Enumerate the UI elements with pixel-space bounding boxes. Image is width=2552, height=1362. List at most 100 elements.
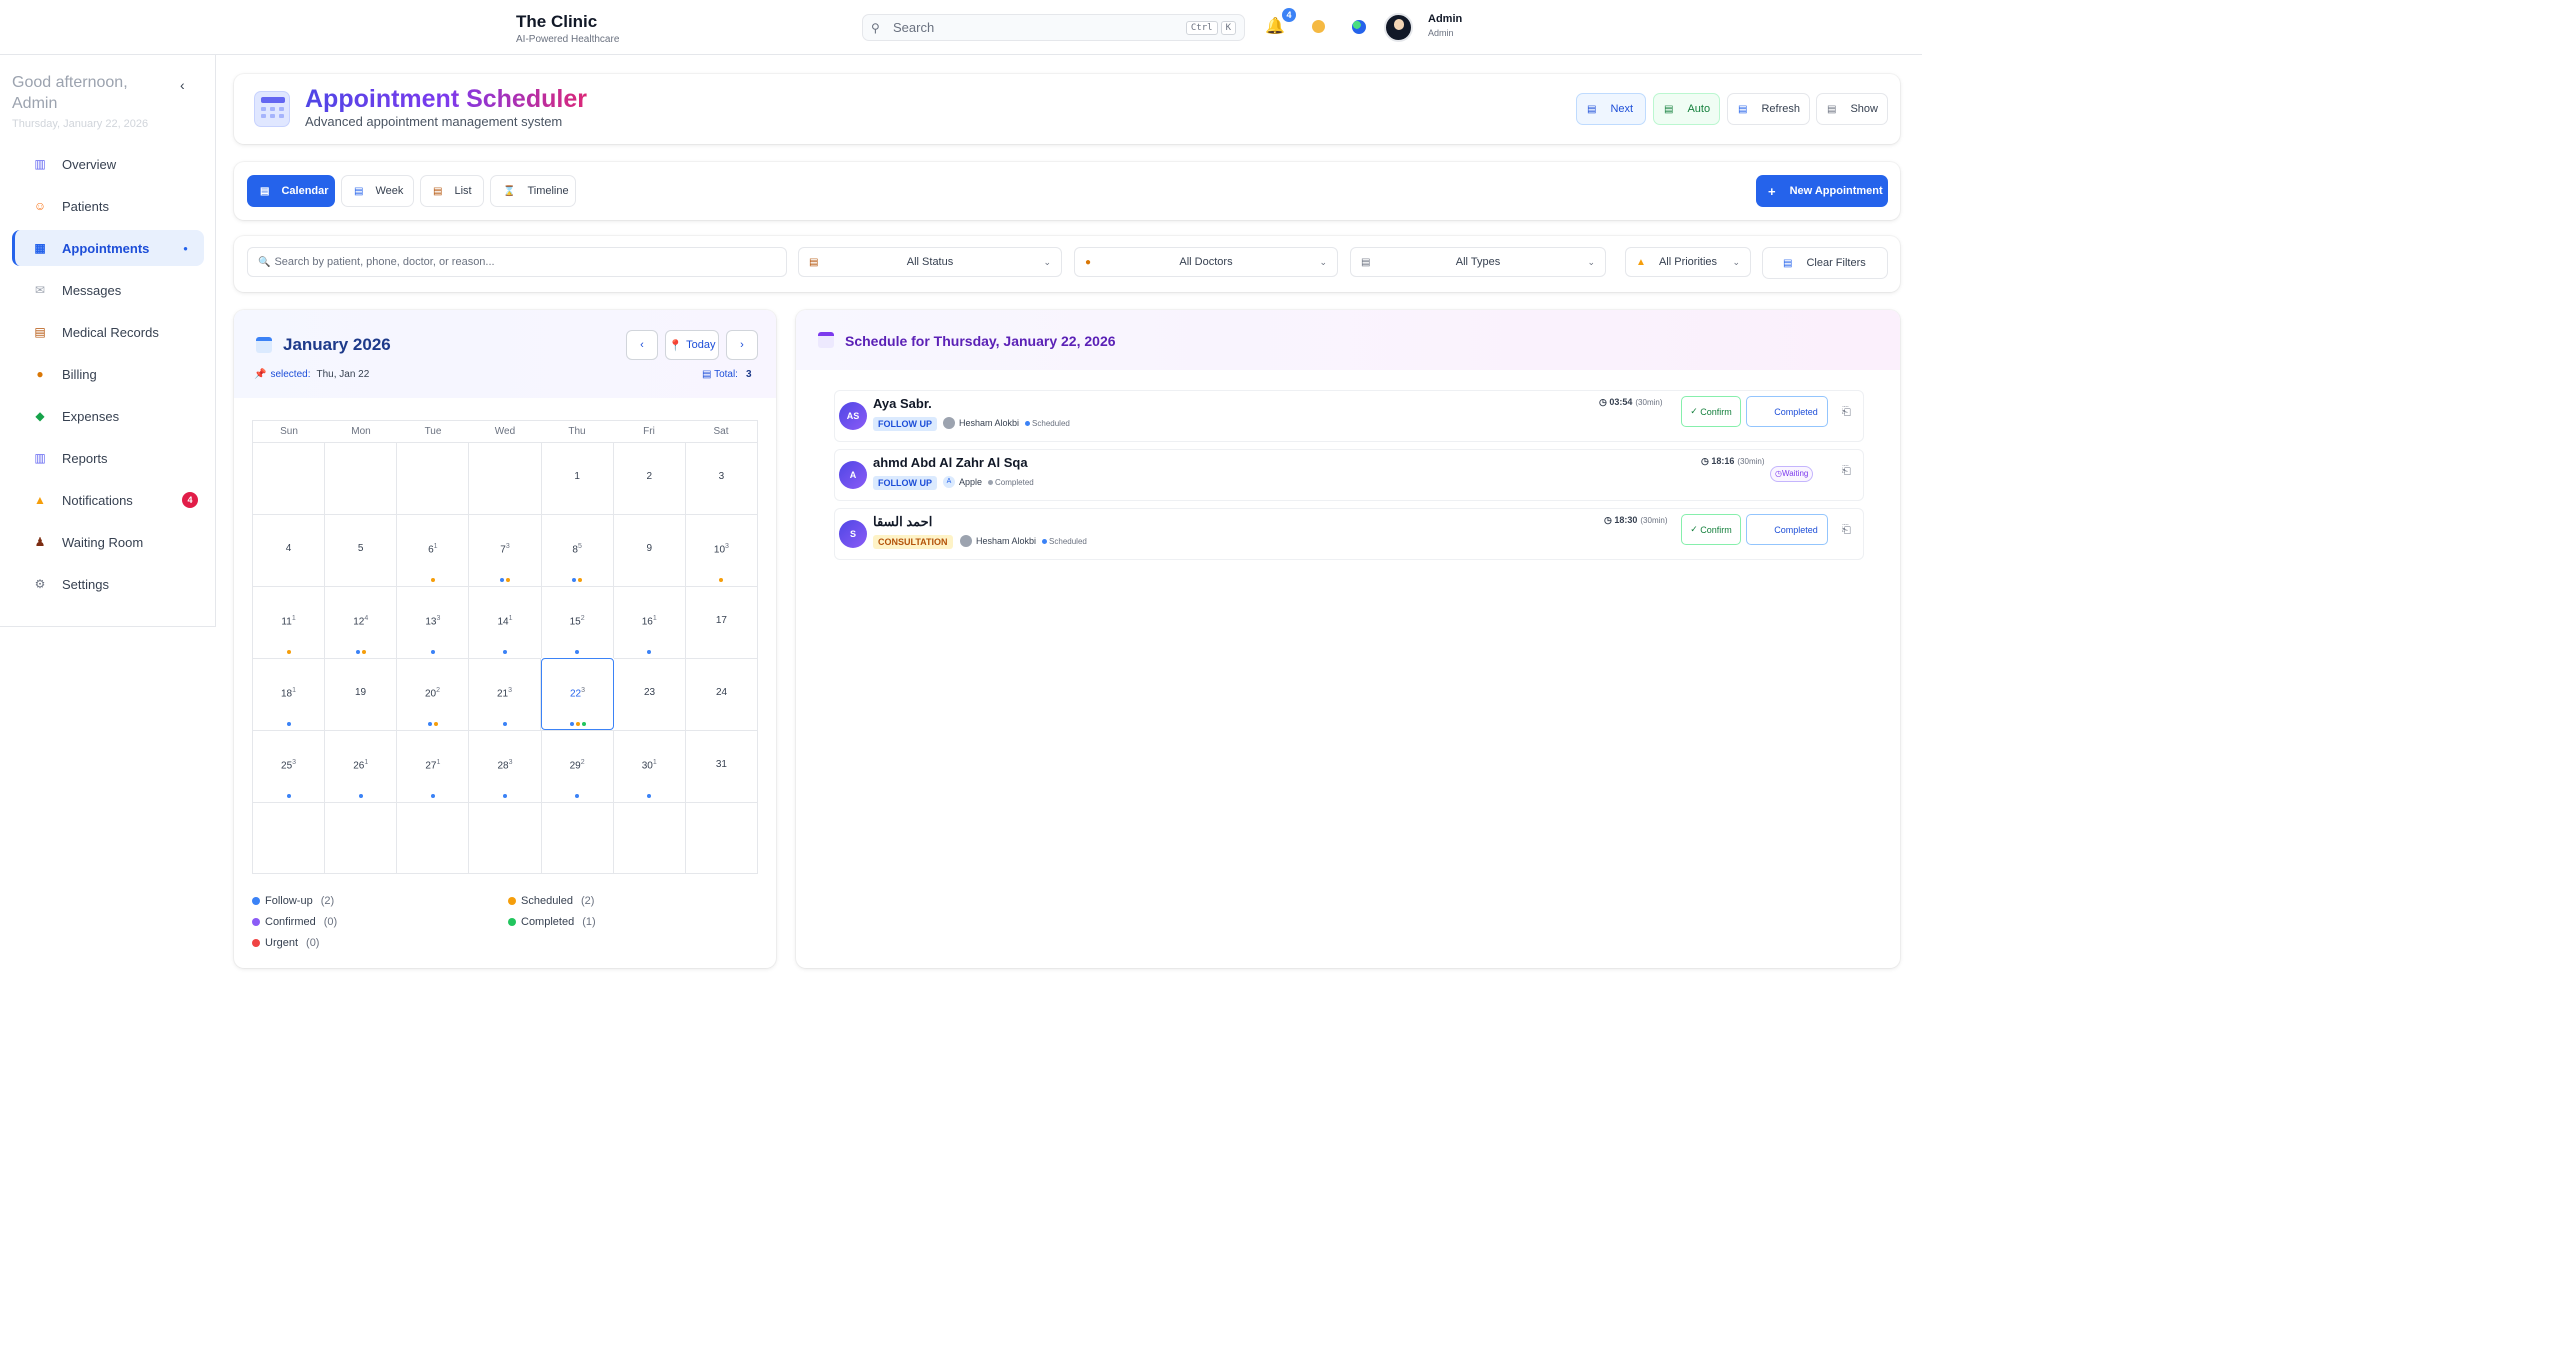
calendar-day-cell[interactable]: 17 [685, 586, 758, 658]
calendar-day-cell[interactable]: 19 [325, 658, 397, 730]
sidebar-item-medical-records[interactable]: ▤ Medical Records [12, 314, 204, 350]
calendar-day-cell [253, 442, 326, 514]
sidebar-item-billing[interactable]: ● Billing [12, 356, 204, 392]
appointment-row[interactable]: S احمد السقا CONSULTATION Hesham Alokbi Sche… [834, 508, 1864, 560]
calendar-day-cell[interactable]: 152 [541, 586, 614, 658]
day-number-value: 30 [641, 760, 653, 772]
calendar-day-cell[interactable]: 124 [325, 586, 398, 658]
day-appointment-dots [614, 648, 685, 654]
appointment-search-input[interactable]: 🔍 Search by patient, phone, doctor, or re… [247, 247, 787, 277]
day-appointment-dots [542, 648, 613, 654]
avatar[interactable] [1384, 13, 1413, 42]
status-filter-select[interactable]: ▤ All Status ⌄ [798, 247, 1062, 277]
total-count-label: ▤ Total: 3 [702, 369, 752, 380]
calendar-day-cell[interactable]: 301 [613, 730, 686, 802]
sidebar-item-reports[interactable]: ▥ Reports [12, 440, 204, 476]
tab-week[interactable]: ▤ Week [341, 175, 414, 207]
calendar-day-cell[interactable]: 161 [613, 586, 686, 658]
day-number-value: 23 [643, 687, 656, 698]
calendar-day-cell[interactable]: 61 [397, 514, 470, 586]
sidebar-item-appointments[interactable]: ▦ Appointments ● [12, 230, 204, 266]
type-filter-select[interactable]: ▤ All Types ⌄ [1350, 247, 1606, 277]
calendar-day-cell[interactable]: 141 [469, 586, 542, 658]
calendar-day-cell[interactable]: 261 [325, 730, 398, 802]
priority-filter-select[interactable]: ▲ All Priorities ⌄ [1625, 247, 1751, 277]
refresh-button[interactable]: ▤ Refresh [1727, 93, 1810, 125]
doctor-filter-select[interactable]: ● All Doctors ⌄ [1074, 247, 1338, 277]
sidebar: Good afternoon, Admin Thursday, January … [0, 55, 216, 627]
calendar-day-cell[interactable]: 202 [397, 658, 469, 730]
calendar-day-cell[interactable]: 2 [613, 442, 686, 514]
next-month-button[interactable]: › [726, 330, 758, 360]
time-value: 18:16 [1711, 456, 1735, 466]
calendar-day-cell[interactable]: 283 [469, 730, 542, 802]
tab-calendar[interactable]: ▤ Calendar [247, 175, 335, 207]
calendar-week-row: 111 124 133 141 152 161 17 [252, 586, 758, 658]
calendar-day-cell[interactable]: 85 [541, 514, 614, 586]
collapse-sidebar-icon[interactable]: ‹ [180, 77, 185, 93]
calendar-day-cell[interactable]: 111 [253, 586, 326, 658]
next-button[interactable]: ▤ Next [1576, 93, 1646, 125]
document-icon[interactable]: ⎗ [1842, 465, 1851, 478]
today-button[interactable]: 📍 Today [665, 330, 719, 360]
appointment-row[interactable]: Aahmd Abd Al Zahr Al Sqa FOLLOW UP A Apple C… [834, 449, 1864, 501]
calendar-day-cell[interactable]: 1 [541, 442, 614, 514]
calendar-day-cell[interactable]: 24 [686, 658, 758, 730]
sidebar-item-settings[interactable]: ⚙ Settings [12, 566, 204, 602]
calendar-day-cell[interactable]: 5 [325, 514, 398, 586]
appointment-doctor: A Apple Completed [943, 476, 1034, 488]
calendar-day-cell [469, 442, 542, 514]
confirm-button[interactable]: ✓ Confirm [1681, 396, 1741, 427]
calendar-day-cell[interactable]: 133 [397, 586, 470, 658]
calendar-day-cell[interactable]: 181 [253, 658, 325, 730]
day-number-value: 31 [715, 759, 727, 770]
confirm-button[interactable]: ✓ Confirm [1681, 514, 1741, 545]
calendar-day-cell[interactable]: 253 [253, 730, 326, 802]
document-icon[interactable]: ⎗ [1842, 406, 1851, 419]
globe-icon[interactable] [1348, 16, 1370, 38]
day-appointment-count: 1 [652, 615, 657, 622]
sidebar-item-waiting-room[interactable]: ♟ Waiting Room [12, 524, 204, 560]
auto-button[interactable]: ▤ Auto [1653, 93, 1720, 125]
appointment-row[interactable]: AS Aya Sabr. FOLLOW UP Hesham Alokbi Schedul… [834, 390, 1864, 442]
calendar-day-cell[interactable]: 3 [685, 442, 758, 514]
prev-month-button[interactable]: ‹ [626, 330, 658, 360]
sidebar-item-notifications[interactable]: ▲ Notifications 4 [12, 482, 204, 518]
waiting-status-chip[interactable]: ◷Waiting [1770, 466, 1814, 482]
patient-name: احمد السقا [873, 514, 933, 529]
calendar-day-cell[interactable]: 4 [253, 514, 326, 586]
calendar-day-cell[interactable]: 23 [614, 658, 686, 730]
patient-avatar: A [839, 461, 867, 489]
sidebar-item-label: Reports [62, 450, 108, 466]
calendar-day-cell[interactable]: 31 [685, 730, 758, 802]
calendar-day-cell[interactable]: 9 [613, 514, 686, 586]
new-appointment-button[interactable]: + New Appointment [1756, 175, 1888, 207]
calendar-day-cell[interactable]: 213 [469, 658, 541, 730]
show-button[interactable]: ▤ Show [1816, 93, 1888, 125]
appointment-dot [719, 578, 724, 582]
chart-icon: ▤ [1827, 103, 1837, 115]
global-search-input[interactable]: ⚲ Search Ctrl K [862, 14, 1245, 41]
calendar-day-cell[interactable]: 73 [469, 514, 542, 586]
calendar-day-cell[interactable]: 271 [397, 730, 470, 802]
sidebar-item-expenses[interactable]: ◆ Expenses [12, 398, 204, 434]
sidebar-item-patients[interactable]: ☺ Patients [12, 188, 204, 224]
calendar-day-cell[interactable]: 292 [541, 730, 614, 802]
clear-filters-button[interactable]: ▤ Clear Filters [1762, 247, 1888, 279]
weekday-label: Sun [280, 426, 298, 437]
sidebar-item-label: Billing [62, 366, 97, 382]
tab-list[interactable]: ▤ List [420, 175, 484, 207]
completed-button[interactable]: Completed [1746, 514, 1828, 545]
document-icon[interactable]: ⎗ [1842, 524, 1851, 537]
calendar-day-cell [613, 802, 686, 874]
day-number-value: 27 [425, 760, 437, 772]
calendar-day-cell[interactable]: 103 [685, 514, 758, 586]
tab-timeline[interactable]: ⌛ Timeline [490, 175, 576, 207]
sidebar-item-messages[interactable]: ✉ Messages [12, 272, 204, 308]
brand[interactable]: The Clinic AI-Powered Healthcare [516, 12, 619, 45]
sidebar-item-overview[interactable]: ▥ Overview [12, 146, 204, 182]
doctor-name: Apple [959, 477, 983, 487]
calendar-day-cell[interactable]: 223 [541, 658, 614, 730]
completed-button[interactable]: Completed [1746, 396, 1828, 427]
theme-toggle-icon[interactable] [1307, 16, 1329, 38]
